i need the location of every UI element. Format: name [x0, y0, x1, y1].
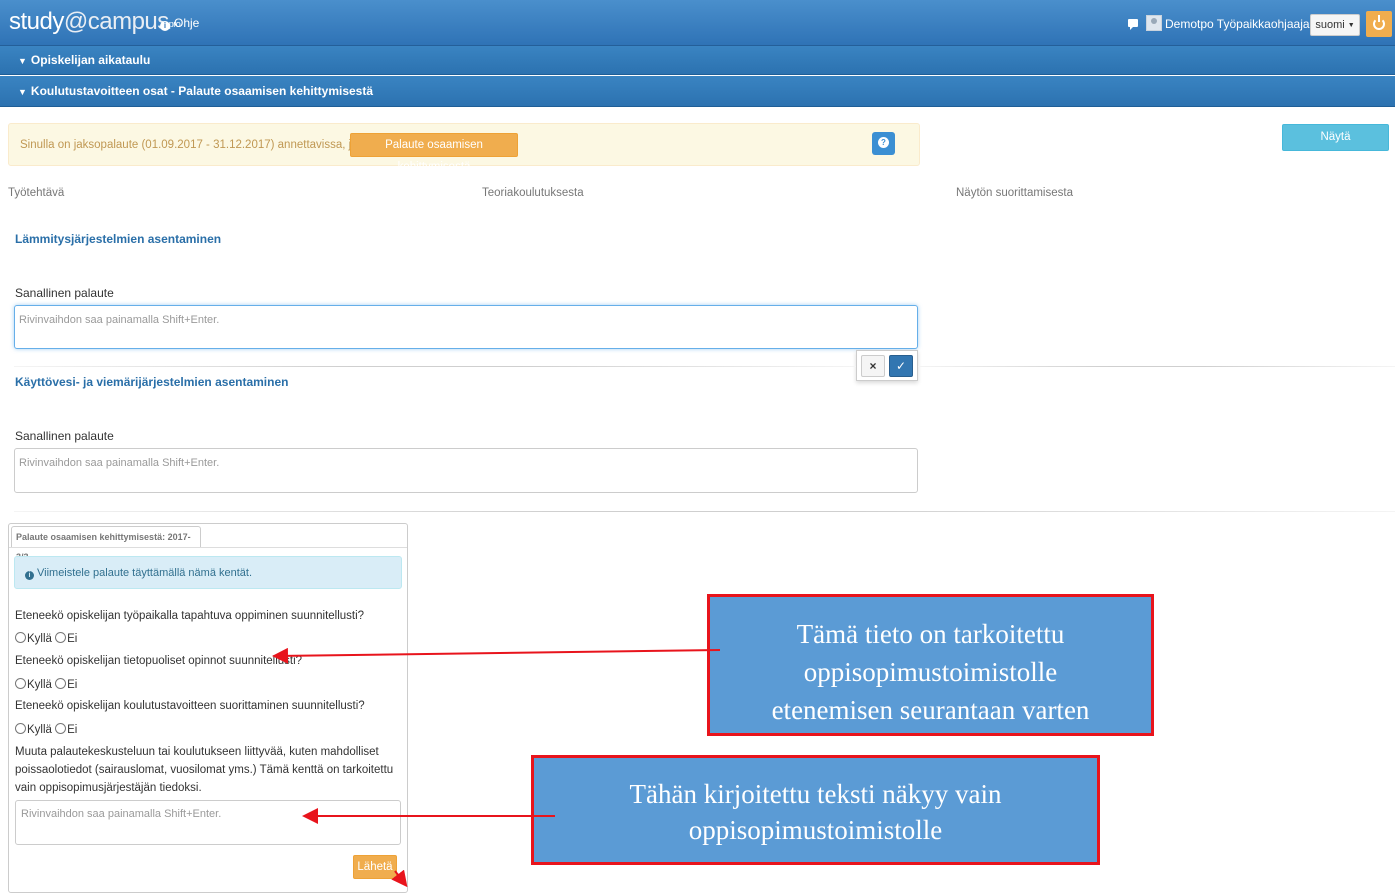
- verbal-feedback-input[interactable]: Rivinvaihdon saa painamalla Shift+Enter.: [14, 305, 918, 349]
- section-schedule-label: Opiskelijan aikataulu: [30, 53, 151, 67]
- column-header-theory: Teoriakoulutuksesta: [482, 187, 584, 199]
- question-theory: Eteneekö opiskelijan tietopuoliset opinn…: [15, 655, 303, 667]
- info-text: Viimeistele palaute täyttämällä nämä ken…: [37, 567, 253, 579]
- radio-no[interactable]: [55, 632, 67, 643]
- section-schedule-toggle[interactable]: ▼ Opiskelijan aikataulu: [0, 46, 1395, 75]
- question-goal: Eteneekö opiskelijan koulutustavoitteen …: [15, 700, 365, 712]
- verbal-feedback-label: Sanallinen palaute: [15, 429, 114, 443]
- verbal-feedback-label: Sanallinen palaute: [15, 286, 114, 300]
- radio-group-goal: Kyllä Ei: [15, 723, 77, 736]
- panel-tab[interactable]: Palaute osaamisen kehittymisestä: 2017-3…: [11, 526, 201, 562]
- annotation-callout: Tämä tieto on tarkoitettu oppisopimustoi…: [707, 594, 1154, 736]
- info-icon: i: [25, 571, 34, 580]
- chevron-down-icon: ▼: [18, 87, 27, 97]
- edit-actions: × ✓: [856, 350, 918, 381]
- caret-down-icon: ▼: [1347, 22, 1355, 29]
- callout-line: oppisopimustoimistolle: [688, 815, 943, 845]
- radio-yes[interactable]: [15, 723, 26, 734]
- input-placeholder: Rivinvaihdon saa painamalla Shift+Enter.: [19, 314, 220, 326]
- callout-line: etenemisen seurantaan varten: [771, 695, 1090, 725]
- radio-group-workplace: Kyllä Ei: [15, 632, 77, 645]
- radio-yes-label: Kyllä: [27, 633, 52, 645]
- radio-no[interactable]: [55, 723, 67, 734]
- radio-yes[interactable]: [15, 678, 26, 689]
- radio-no[interactable]: [55, 678, 67, 689]
- cancel-button[interactable]: ×: [861, 355, 885, 377]
- question-icon: ?: [878, 137, 889, 148]
- alert-text: Sinulla on jaksopalaute (01.09.2017 - 31…: [20, 139, 406, 151]
- info-icon: i: [160, 21, 170, 31]
- column-header-demo: Näytön suorittamisesta: [956, 187, 1073, 199]
- divider: [9, 547, 407, 548]
- confirm-button[interactable]: ✓: [889, 355, 913, 377]
- other-info-label: Muuta palautekeskusteluun tai koulutukse…: [15, 746, 394, 794]
- column-header-task: Työtehtävä: [8, 187, 65, 199]
- other-info-input[interactable]: Rivinvaihdon saa painamalla Shift+Enter.: [15, 800, 401, 845]
- user-avatar-icon[interactable]: [1146, 15, 1162, 31]
- feedback-button[interactable]: Palaute osaamisen kehittymisestä: [350, 133, 518, 173]
- verbal-feedback-input[interactable]: Rivinvaihdon saa painamalla Shift+Enter.: [14, 448, 918, 493]
- help-label: Ohje: [174, 16, 200, 30]
- radio-yes-label: Kyllä: [27, 679, 52, 691]
- input-placeholder: Rivinvaihdon saa painamalla Shift+Enter.: [19, 457, 220, 469]
- section-goals-label: Koulutustavoitteen osat - Palaute osaami…: [30, 84, 374, 98]
- radio-no-label: Ei: [67, 633, 78, 645]
- question-workplace: Eteneekö opiskelijan työpaikalla tapahtu…: [15, 610, 365, 622]
- chevron-down-icon: ▼: [18, 56, 27, 66]
- feedback-alert: Sinulla on jaksopalaute (01.09.2017 - 31…: [8, 123, 920, 173]
- radio-yes-label: Kyllä: [27, 724, 52, 736]
- final-feedback-panel: Palaute osaamisen kehittymisestä: 2017-3…: [8, 523, 408, 893]
- send-button[interactable]: Lähetä: [353, 855, 397, 879]
- radio-no-label: Ei: [67, 724, 78, 736]
- callout-line: Tämä tieto on tarkoitettu: [796, 619, 1065, 649]
- brand-logo[interactable]: study@campuspro: [9, 8, 181, 36]
- show-feedbacks-button[interactable]: Näytä jaksopalautteet: [1282, 124, 1389, 168]
- logout-button[interactable]: [1366, 11, 1392, 37]
- language-label: suomi: [1315, 19, 1345, 31]
- section-goals-toggle[interactable]: ▼ Koulutustavoitteen osat - Palaute osaam…: [0, 76, 1395, 107]
- help-link[interactable]: i Ohje: [160, 16, 199, 31]
- brand-at: @campus: [63, 8, 169, 35]
- task-title: Käyttövesi- ja viemärijärjestelmien asen…: [15, 375, 289, 389]
- info-box: i Viimeistele palaute täyttämällä nämä ke…: [14, 556, 402, 589]
- brand-main: study: [9, 8, 64, 35]
- divider: [14, 366, 856, 367]
- divider: [14, 511, 1395, 512]
- top-navbar: study@campuspro i Ohje Demotpo Työpaikkao…: [0, 0, 1395, 46]
- power-icon: [1373, 15, 1385, 30]
- radio-no-label: Ei: [67, 679, 78, 691]
- radio-group-theory: Kyllä Ei: [15, 678, 77, 691]
- radio-yes[interactable]: [15, 632, 26, 643]
- input-placeholder: Rivinvaihdon saa painamalla Shift+Enter.: [21, 808, 222, 820]
- callout-line: Tähän kirjoitettu teksti näkyy vain: [629, 779, 1002, 809]
- help-button[interactable]: ?: [872, 132, 895, 155]
- language-dropdown[interactable]: suomi ▼: [1310, 14, 1360, 36]
- annotation-callout: Tähän kirjoitettu teksti näkyy vain oppi…: [531, 755, 1100, 865]
- chat-icon[interactable]: [1128, 19, 1138, 30]
- task-title: Lämmitysjärjestelmien asentaminen: [15, 232, 222, 246]
- callout-line: oppisopimustoimistolle: [803, 657, 1058, 687]
- divider: [918, 366, 1395, 367]
